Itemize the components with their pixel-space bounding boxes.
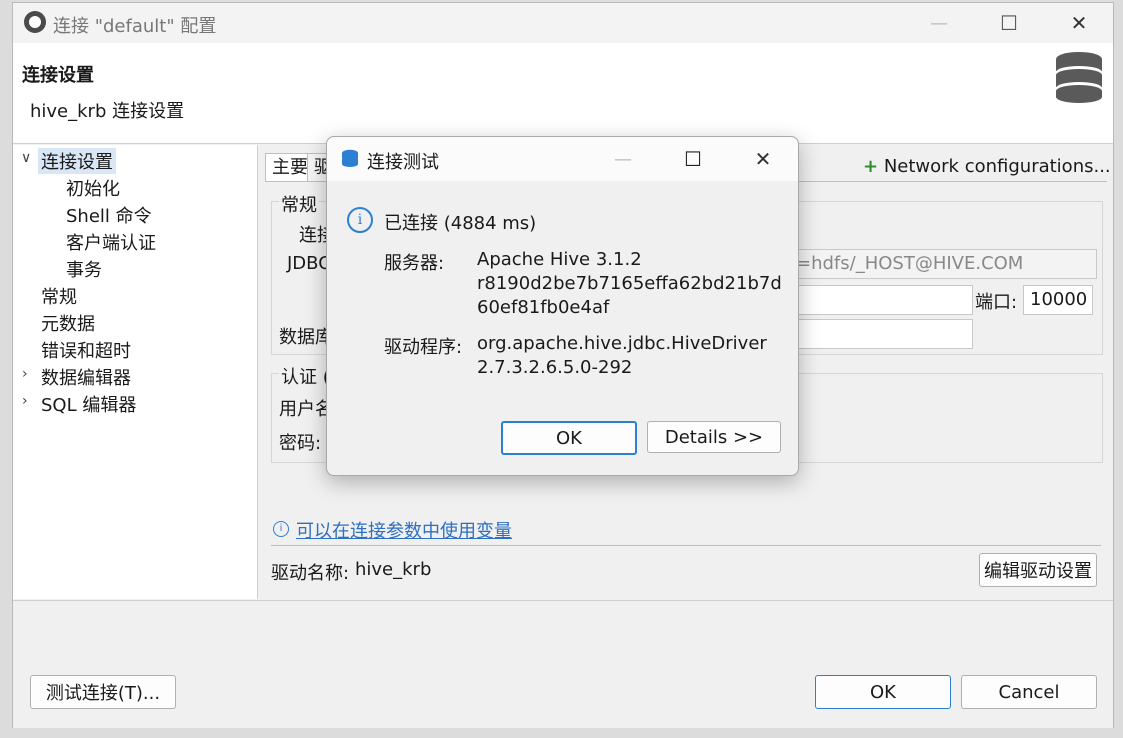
test-connection-button[interactable]: 测试连接(T)... <box>30 675 176 709</box>
dialog-details-button[interactable]: Details >> <box>647 421 781 453</box>
dialog-minimize-button[interactable]: — <box>593 139 653 179</box>
tree-item-transactions[interactable]: 事务 <box>66 256 102 282</box>
dbeaver-app-icon <box>24 11 46 33</box>
dialog-footer: 测试连接(T)... OK Cancel <box>13 600 1113 728</box>
auth-group-label: 认证 ( <box>279 363 332 389</box>
page-header: 连接设置 hive_krb 连接设置 <box>13 43 1113 144</box>
close-icon: ✕ <box>1070 11 1088 35</box>
tree-item-errors-timeouts[interactable]: 错误和超时 <box>41 337 131 363</box>
tree-item-metadata[interactable]: 元数据 <box>41 310 95 336</box>
network-configurations-label: Network configurations... <box>883 156 1111 177</box>
general-group-label: 常规 <box>279 191 319 217</box>
tree-item-connection-settings[interactable]: 连接设置 <box>38 148 116 174</box>
host-field[interactable] <box>789 285 973 315</box>
minimize-icon: — <box>930 12 948 34</box>
minimize-icon: — <box>614 148 632 170</box>
jdbc-url-field[interactable]: =hdfs/_HOST@HIVE.COM <box>789 249 1097 279</box>
minimize-button[interactable]: — <box>909 3 969 43</box>
cancel-button[interactable]: Cancel <box>961 675 1097 709</box>
database-icon <box>342 149 358 167</box>
tree-item-init[interactable]: 初始化 <box>66 175 120 201</box>
connection-status: 已连接 (4884 ms) <box>384 213 537 234</box>
driver-name-value: hive_krb <box>355 559 432 580</box>
port-label: 端口: <box>975 292 1018 313</box>
server-value-line2: r8190d2be7b7165effa62bd21b7d <box>477 273 782 294</box>
database-label: 数据库 <box>279 327 333 348</box>
tree-item-data-editor[interactable]: 数据编辑器 <box>41 364 131 390</box>
chevron-down-icon[interactable]: ∨ <box>21 150 31 166</box>
database-field[interactable] <box>789 319 973 349</box>
tree-item-shell-commands[interactable]: Shell 命令 <box>66 202 152 228</box>
settings-tree: ∨ 连接设置 初始化 Shell 命令 客户端认证 事务 常规 元数据 错误和超… <box>13 145 258 599</box>
dialog-ok-button[interactable]: OK <box>501 421 637 455</box>
page-title: 连接设置 <box>22 65 94 86</box>
server-value-line3: 60ef81fb0e4af <box>477 297 610 318</box>
database-icon <box>1056 52 1102 103</box>
separator <box>271 545 1101 546</box>
variables-link[interactable]: 可以在连接参数中使用变量 <box>296 517 512 543</box>
info-icon: i <box>273 521 289 537</box>
close-button[interactable]: ✕ <box>1049 3 1109 43</box>
plus-icon: + <box>863 156 879 177</box>
server-value-line1: Apache Hive 3.1.2 <box>477 249 642 270</box>
maximize-icon: ☐ <box>1000 11 1018 35</box>
maximize-button[interactable]: ☐ <box>979 3 1039 43</box>
network-configurations-link[interactable]: + Network configurations... <box>863 156 1111 177</box>
chevron-right-icon[interactable]: › <box>22 366 28 382</box>
dialog-body: i 已连接 (4884 ms) 服务器: Apache Hive 3.1.2 r… <box>327 181 798 475</box>
page-subtitle: hive_krb 连接设置 <box>30 101 185 122</box>
tree-item-client-auth[interactable]: 客户端认证 <box>66 229 156 255</box>
driver-label: 驱动程序: <box>384 337 463 358</box>
jdbc-url-label: JDBC <box>287 253 331 274</box>
chevron-right-icon[interactable]: › <box>22 393 28 409</box>
dialog-title-bar: 连接测试 — ☐ ✕ <box>327 137 798 181</box>
connection-test-dialog: 连接测试 — ☐ ✕ i 已连接 (4884 ms) 服务器: Apache H… <box>326 136 799 476</box>
info-icon: i <box>347 207 373 233</box>
driver-value-line1: org.apache.hive.jdbc.HiveDriver <box>477 333 767 354</box>
dialog-title: 连接测试 <box>367 152 439 173</box>
username-label: 用户名 <box>279 399 333 420</box>
password-label: 密码: <box>279 433 322 454</box>
port-field[interactable]: 10000 <box>1023 285 1093 315</box>
window-title: 连接 "default" 配置 <box>53 16 217 37</box>
close-icon: ✕ <box>754 147 772 171</box>
driver-value-line2: 2.7.3.2.6.5.0-292 <box>477 357 633 378</box>
title-bar: 连接 "default" 配置 — ☐ ✕ <box>13 3 1113 43</box>
server-label: 服务器: <box>384 253 445 274</box>
tree-item-general[interactable]: 常规 <box>41 283 77 309</box>
dialog-close-button[interactable]: ✕ <box>733 139 793 179</box>
ok-button[interactable]: OK <box>815 675 951 709</box>
tree-item-sql-editor[interactable]: SQL 编辑器 <box>41 391 136 417</box>
maximize-icon: ☐ <box>684 147 702 171</box>
edit-driver-settings-button[interactable]: 编辑驱动设置 <box>979 553 1097 587</box>
dialog-maximize-button[interactable]: ☐ <box>663 139 723 179</box>
driver-name-label: 驱动名称: <box>271 563 350 584</box>
